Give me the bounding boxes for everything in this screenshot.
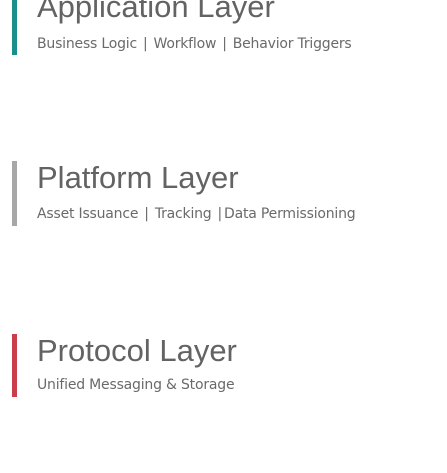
protocol-layer-accent-bar [12,334,17,397]
application-layer-title: Application Layer [37,0,275,24]
protocol-layer-components: Unified Messaging & Storage [37,377,235,393]
protocol-layer-title: Protocol Layer [37,333,237,368]
platform-layer: Platform Layer Asset Issuance | Tracking | D… [0,160,447,230]
platform-layer-title: Platform Layer [37,160,239,195]
component-behavior-triggers: Behavior Triggers [232,36,352,52]
component-unified-messaging-storage: Unified Messaging & Storage [37,377,235,393]
component-asset-issuance: Asset Issuance [37,206,139,222]
platform-layer-accent-bar [12,161,17,226]
application-layer-components: Business Logic | Workflow | Behavior Trigger… [37,37,352,51]
platform-layer-components: Asset Issuance | Tracking | Data Permissioni… [37,206,356,222]
separator: | [217,206,223,222]
component-business-logic: Business Logic [37,36,137,52]
separator: | [142,36,148,52]
application-layer: Application Layer Business Logic | Workflo… [0,0,447,60]
separator: | [144,206,149,222]
component-data-permissioning: Data Permissioning [224,206,356,222]
separator: | [222,36,227,52]
application-layer-accent-bar [12,0,17,55]
component-tracking: Tracking [154,206,212,222]
protocol-layer: Protocol Layer Unified Messaging & Stora… [0,332,447,402]
component-workflow: Workflow [153,36,217,52]
